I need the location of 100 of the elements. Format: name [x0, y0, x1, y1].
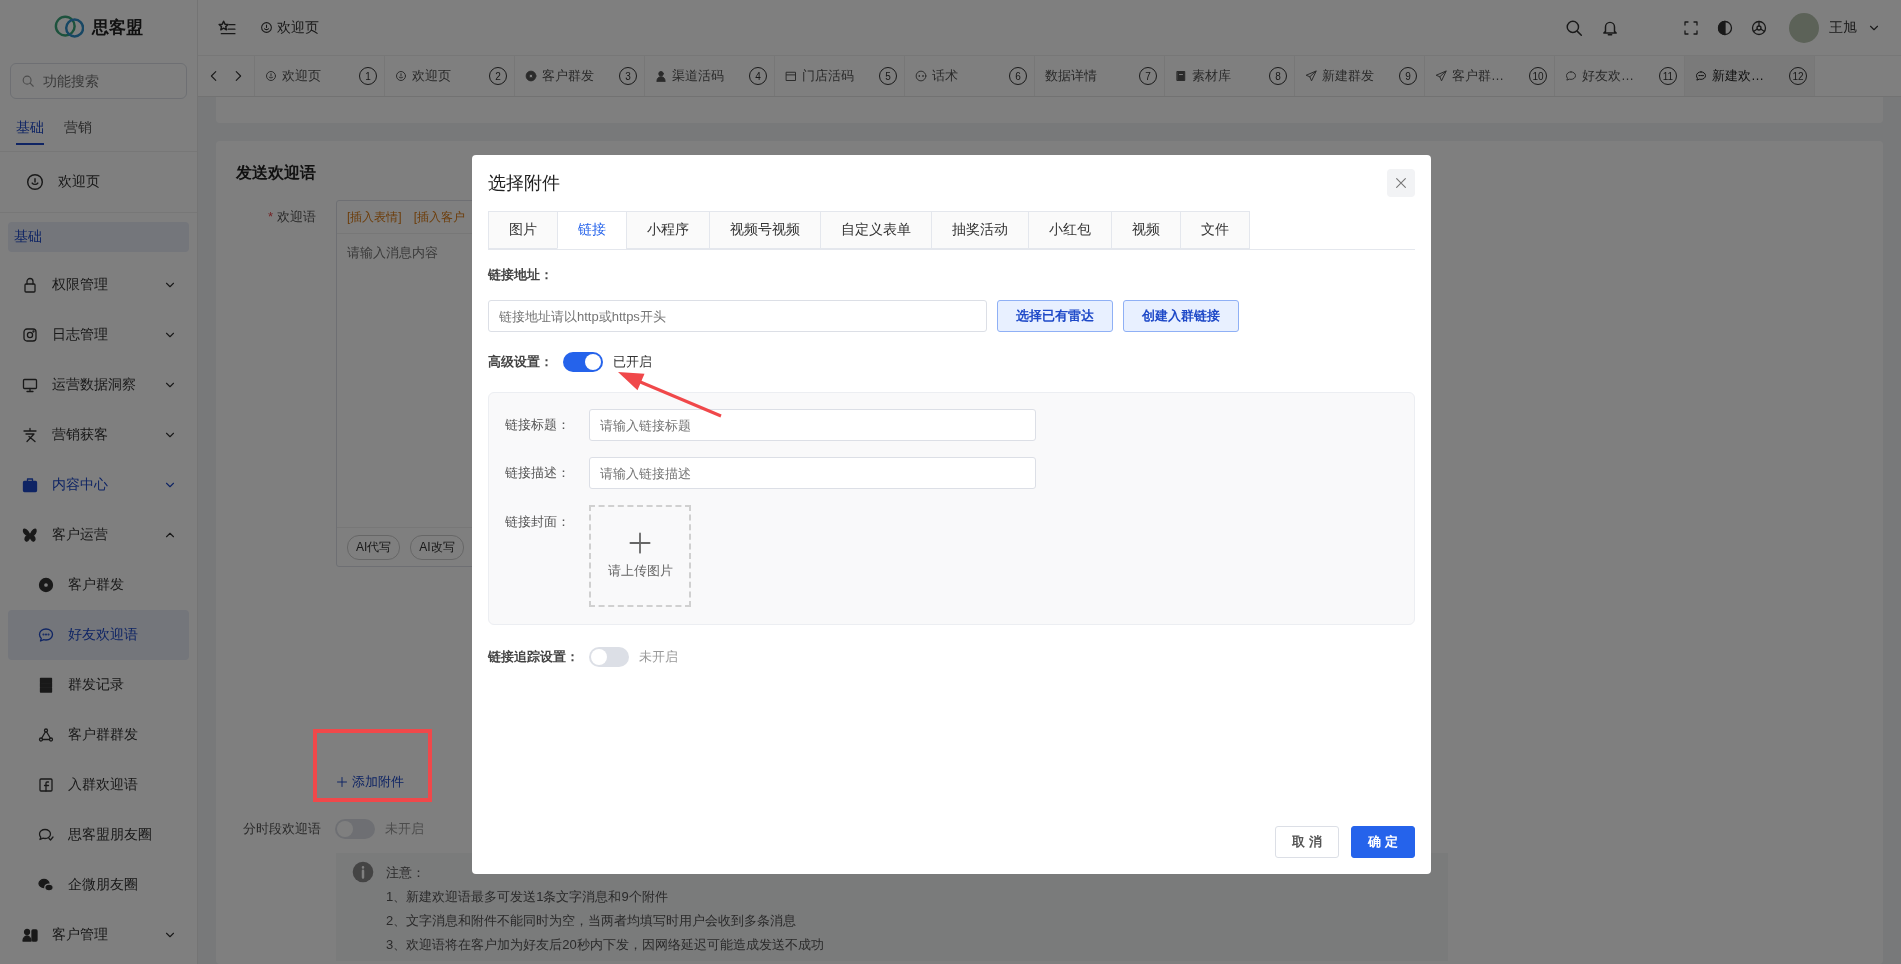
sidebar-subitem[interactable]: 好友欢迎语 [8, 610, 189, 660]
sidebar-item[interactable]: 欢迎页 [58, 173, 100, 191]
text-input[interactable]: 请输入链接标题 [589, 409, 1036, 441]
ai-button[interactable]: AI代写 [347, 534, 401, 560]
text-input[interactable]: 请输入链接描述 [589, 457, 1036, 489]
close-icon [1394, 176, 1408, 190]
person-icon [655, 70, 667, 82]
person-card-icon [22, 927, 38, 943]
insert-link[interactable]: [插入客户 [413, 208, 465, 226]
toggle-switch[interactable] [563, 352, 603, 372]
sidebar-tab[interactable]: 营销 [64, 113, 92, 145]
store-icon [785, 70, 797, 82]
nodes-icon [38, 727, 54, 743]
paper-plane-icon [1305, 70, 1317, 82]
field-label: * 欢迎语 [266, 208, 317, 226]
sidebar-subitem[interactable]: 入群欢迎语 [8, 760, 189, 810]
field-label: 链接追踪设置： [488, 648, 579, 666]
section-title: 发送欢迎语 [236, 163, 316, 183]
search-input[interactable]: 功能搜索 [41, 72, 165, 90]
required-mark: * [267, 209, 273, 224]
field-label: 分时段欢迎语 [242, 820, 321, 838]
link-button[interactable]: 创建入群链接 [1123, 300, 1239, 332]
sidebar-subitem[interactable]: 群发记录 [8, 660, 189, 710]
aperture-icon [525, 70, 537, 82]
notice-text: 3、欢迎语将在客户加为好友后20秒内下发，因网络延迟可能造成发送不成功 [386, 936, 824, 954]
page-tab[interactable]: 客户群… 10 [1425, 56, 1555, 96]
book-icon [1175, 70, 1187, 82]
page-tab[interactable]: 新建群发 9 [1295, 56, 1425, 96]
notice-text: 2、文字消息和附件不能同时为空，当两者均填写时用户会收到多条消息 [386, 912, 798, 930]
sidebar-item[interactable]: 客户管理 [0, 910, 197, 960]
star-list-icon[interactable] [218, 18, 236, 37]
page-tab[interactable]: 渠道活码 4 [645, 56, 775, 96]
close-button[interactable] [1387, 169, 1415, 197]
page-tab[interactable]: 话术 6 [905, 56, 1035, 96]
sidebar-item[interactable]: 客户运营 [0, 510, 197, 560]
dialog-tab[interactable]: 小程序 [626, 211, 709, 249]
settings-icon[interactable] [1751, 19, 1767, 36]
dialog-title: 选择附件 [488, 172, 560, 195]
dialog-tab[interactable]: 视频 [1111, 211, 1180, 249]
field-label: 链接描述： [505, 464, 571, 482]
ai-button[interactable]: AI改写 [410, 534, 464, 560]
paper-plane-icon [1435, 70, 1447, 82]
dialog-tab[interactable]: 小红包 [1028, 211, 1111, 249]
cancel-button[interactable]: 取 消 [1275, 826, 1339, 858]
link-button[interactable]: 选择已有雷达 [997, 300, 1113, 332]
toggle-switch[interactable] [589, 647, 629, 667]
info-icon [352, 861, 374, 883]
lock-icon [22, 277, 38, 293]
sidebar-item[interactable]: 日志管理 [0, 310, 197, 360]
sidebar-item[interactable]: 内容中心 [0, 460, 197, 510]
upload-box[interactable]: 请上传图片 [589, 505, 691, 607]
field-label: 链接地址： [488, 266, 554, 284]
confirm-button[interactable]: 确 定 [1351, 826, 1415, 858]
toggle-status: 未开启 [639, 648, 678, 666]
field-label: 链接标题： [505, 416, 571, 434]
sidebar-subitem[interactable]: 客户群群发 [8, 710, 189, 760]
fullscreen-icon[interactable] [1683, 19, 1699, 36]
field-label: 高级设置： [488, 353, 553, 371]
dialog-tab[interactable]: 文件 [1180, 211, 1250, 249]
chat-bubble-icon [38, 627, 54, 643]
page-tab[interactable]: 门店活码 5 [775, 56, 905, 96]
sidebar-item[interactable]: 营销获客 [0, 410, 197, 460]
dialog-tab[interactable]: 抽奖活动 [931, 211, 1028, 249]
plus-icon [629, 532, 651, 554]
page-tab[interactable]: 客户群发 3 [515, 56, 645, 96]
sidebar-item[interactable]: 权限管理 [0, 260, 197, 310]
dialog-tab[interactable]: 链接 [557, 211, 626, 249]
search-box[interactable]: 功能搜索 [10, 63, 187, 99]
sidebar-tab[interactable]: 基础 [16, 113, 44, 145]
sidebar-subitem[interactable]: 客户群发 [8, 560, 189, 610]
dialog-tab[interactable]: 图片 [488, 211, 557, 249]
server-icon [38, 677, 54, 693]
breadcrumb[interactable]: 欢迎页 [277, 18, 319, 37]
add-attachment-link[interactable]: 添加附件 [336, 773, 404, 791]
notice-text: 1、新建欢迎语最多可发送1条文字消息和9个附件 [386, 888, 669, 906]
notice-title: 注意： [386, 864, 426, 882]
search-icon[interactable] [1565, 18, 1583, 37]
page-tab[interactable]: 新建欢… 12 [1685, 56, 1815, 96]
insert-link[interactable]: [插入表情] [347, 208, 402, 226]
sidebar-subitem[interactable]: 思客盟朋友圈 [8, 810, 189, 860]
toggle-status: 已开启 [613, 353, 652, 371]
url-input[interactable]: 链接地址请以http或https开头 [488, 300, 987, 332]
page-tab[interactable]: 素材库 8 [1165, 56, 1295, 96]
user-name[interactable]: 王旭 [1829, 18, 1857, 37]
dialog-tab[interactable]: 视频号视频 [709, 211, 820, 249]
app-name: 思客盟 [92, 17, 143, 39]
dialog-tab[interactable]: 自定义表单 [820, 211, 931, 249]
page-tab[interactable]: 欢迎页 1 [255, 56, 385, 96]
search-icon [21, 74, 35, 88]
square-icon [38, 777, 54, 793]
half-circle-icon[interactable] [1717, 19, 1733, 36]
sidebar-subitem[interactable]: 企微朋友圈 [8, 860, 189, 910]
page-tab[interactable]: 数据详情 7 [1035, 56, 1165, 96]
butterfly-icon [22, 527, 38, 543]
chat-bubble-icon [1695, 70, 1707, 82]
chat-bubble-icon [915, 70, 927, 82]
aperture-icon [38, 577, 54, 593]
page-tab[interactable]: 欢迎页 2 [385, 56, 515, 96]
section-header: 基础 [8, 222, 189, 252]
sidebar-item[interactable]: 运营数据洞察 [0, 360, 197, 410]
